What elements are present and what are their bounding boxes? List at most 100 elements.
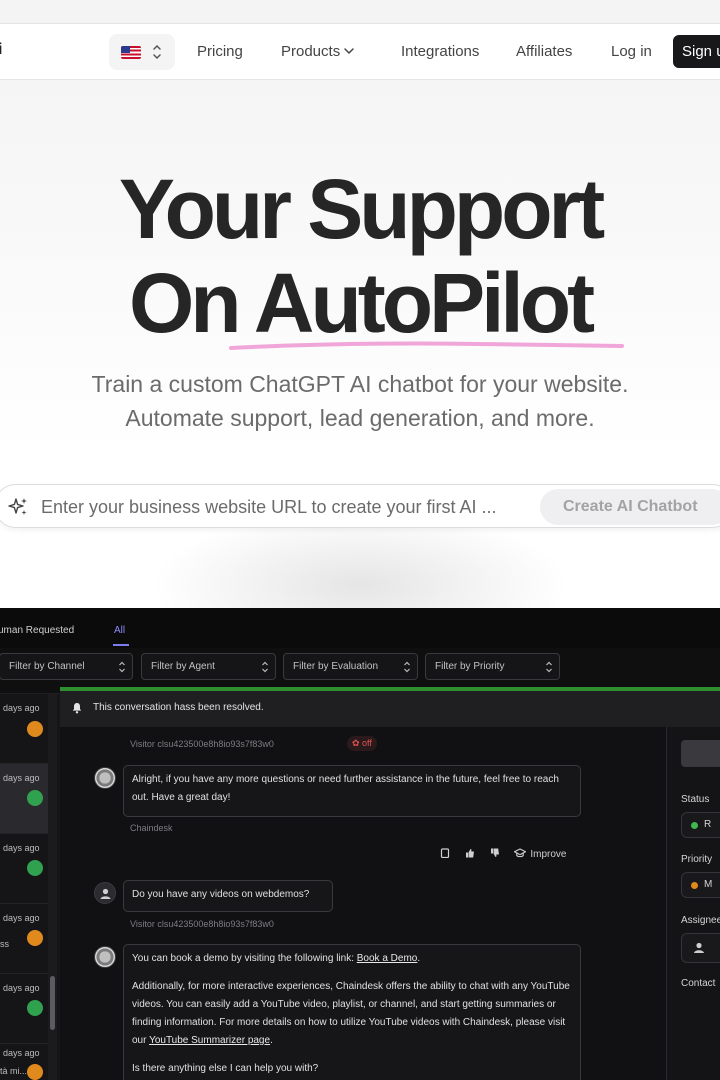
visitor-avatar xyxy=(94,882,116,904)
details-action-button[interactable] xyxy=(681,740,720,767)
nav-link-login[interactable]: Log in xyxy=(611,43,652,60)
assignee-label: Assignee xyxy=(681,915,720,926)
visitor-id-label: Visitor clsu423500e8h8io93s7f83w0 xyxy=(130,919,274,929)
title-underline-decoration xyxy=(229,341,624,350)
nav-link-products-label: Products xyxy=(281,43,341,60)
filter-channel-select[interactable]: Filter by Channel xyxy=(0,653,133,680)
hero-section: Your Support On AutoPilot Train a custom… xyxy=(0,80,720,608)
conversation-time: days ago xyxy=(3,843,40,853)
assignee-select[interactable] xyxy=(681,933,720,963)
bot-avatar xyxy=(94,767,116,789)
top-navigation: i Pricing Products Integrations Affiliat… xyxy=(0,24,720,80)
scrollbar-thumb[interactable] xyxy=(50,976,55,1030)
conversation-time: days ago xyxy=(3,773,40,783)
filter-channel-label: Filter by Channel xyxy=(9,661,85,672)
user-avatar-icon xyxy=(27,930,43,946)
tab-all[interactable]: All xyxy=(114,625,125,636)
improve-button[interactable]: Improve xyxy=(514,848,567,860)
chat-thread: Visitor clsu423500e8h8io93s7f83w0 ✿ off … xyxy=(60,727,666,1080)
conversation-details-panel: Status R Priority M Assignee Contact xyxy=(666,727,720,1080)
filter-agent-select[interactable]: Filter by Agent xyxy=(141,653,276,680)
graduation-cap-icon xyxy=(514,848,527,858)
conversation-snippet: tà mi... xyxy=(0,1066,28,1076)
active-tab-indicator xyxy=(113,644,129,646)
website-url-input[interactable] xyxy=(41,494,531,520)
bot-avatar xyxy=(94,946,116,968)
browser-top-strip xyxy=(0,0,720,24)
conversation-item[interactable]: days ago ss xyxy=(0,904,48,974)
tab-human-requested[interactable]: uman Requested xyxy=(0,625,74,636)
hero-subtitle-line2: Automate support, lead generation, and m… xyxy=(125,405,595,431)
check-circle-icon xyxy=(27,1000,43,1016)
filter-priority-select[interactable]: Filter by Priority xyxy=(425,653,560,680)
sparkle-icon xyxy=(8,498,27,515)
language-selector[interactable] xyxy=(109,34,175,70)
bell-icon xyxy=(72,703,82,714)
off-badge: ✿ off xyxy=(347,736,377,751)
thumbs-up-icon[interactable] xyxy=(465,848,475,858)
conversation-item[interactable]: days ago xyxy=(0,974,48,1044)
conversation-item[interactable]: days ago tà mi... xyxy=(0,1044,48,1080)
status-label: Status xyxy=(681,794,710,805)
filter-evaluation-label: Filter by Evaluation xyxy=(293,661,379,672)
chevron-up-down-icon xyxy=(119,661,125,673)
url-form: Create AI Chatbot xyxy=(0,484,720,528)
status-select[interactable]: R xyxy=(681,812,720,838)
create-ai-chatbot-button[interactable]: Create AI Chatbot xyxy=(540,489,720,525)
check-circle-icon xyxy=(27,860,43,876)
bot-message-bubble: Alright, if you have any more questions … xyxy=(123,765,581,817)
conversation-item[interactable]: days ago xyxy=(0,834,48,904)
resolved-banner-text: This conversation hass been resolved. xyxy=(93,702,264,713)
nav-link-integrations[interactable]: Integrations xyxy=(401,43,479,60)
bot-message-para2: Additionally, for more interactive exper… xyxy=(132,981,570,1046)
conversation-item[interactable]: days ago xyxy=(0,764,48,834)
message-actions: Improve xyxy=(440,848,566,860)
bot-message-para3: Is there anything else I can help you wi… xyxy=(132,1063,319,1074)
copy-icon[interactable] xyxy=(440,848,450,858)
filter-agent-label: Filter by Agent xyxy=(151,661,215,672)
chevron-up-down-icon xyxy=(546,661,552,673)
priority-dot xyxy=(691,882,698,889)
bot-message-para1: You can book a demo by visiting the foll… xyxy=(132,953,421,964)
conversation-time: days ago xyxy=(3,703,40,713)
off-badge-label: off xyxy=(362,738,372,748)
resolved-banner: This conversation hass been resolved. xyxy=(60,691,720,727)
youtube-summarizer-link[interactable]: YouTube Summarizer page xyxy=(149,1035,270,1046)
chevron-up-down-icon xyxy=(262,661,268,673)
chevron-down-icon xyxy=(344,48,354,55)
thumbs-down-icon[interactable] xyxy=(490,848,500,858)
user-avatar-icon xyxy=(27,1064,43,1080)
nav-link-pricing[interactable]: Pricing xyxy=(197,43,243,60)
conversation-item[interactable]: days ago xyxy=(0,694,48,764)
priority-value: M xyxy=(704,879,713,890)
bot-message-text: You can book a demo by visiting the foll… xyxy=(132,953,357,964)
signup-button[interactable]: Sign up xyxy=(673,35,720,68)
hero-subtitle-line1: Train a custom ChatGPT AI chatbot for yo… xyxy=(91,371,629,397)
user-icon xyxy=(100,888,111,899)
chevron-up-down-icon xyxy=(404,661,410,673)
visitor-id-label: Visitor clsu423500e8h8io93s7f83w0 xyxy=(130,739,274,749)
filter-evaluation-select[interactable]: Filter by Evaluation xyxy=(283,653,418,680)
conversation-time: days ago xyxy=(3,1048,40,1058)
improve-label: Improve xyxy=(530,849,567,860)
check-circle-icon xyxy=(27,790,43,806)
logo[interactable]: i xyxy=(0,41,2,59)
user-icon xyxy=(694,942,704,953)
chevron-up-down-icon xyxy=(153,44,161,60)
hero-title-line1: Your Support xyxy=(118,162,605,256)
book-demo-link[interactable]: Book a Demo xyxy=(357,953,418,964)
priority-label: Priority xyxy=(681,854,713,865)
conversation-time: days ago xyxy=(3,913,40,923)
priority-select[interactable]: M xyxy=(681,872,720,898)
conversation-snippet: ss xyxy=(0,939,9,949)
conversation-time: days ago xyxy=(3,983,40,993)
nav-link-products[interactable]: Products xyxy=(281,43,355,60)
us-flag-icon xyxy=(121,46,141,59)
contact-label: Contact xyxy=(681,978,716,989)
off-badge-icon: ✿ xyxy=(352,738,363,748)
status-dot xyxy=(691,822,698,829)
user-avatar-icon xyxy=(27,721,43,737)
status-value: R xyxy=(704,819,712,830)
nav-link-affiliates[interactable]: Affiliates xyxy=(516,43,572,60)
user-message-bubble: Do you have any videos on webdemos? xyxy=(123,880,333,912)
